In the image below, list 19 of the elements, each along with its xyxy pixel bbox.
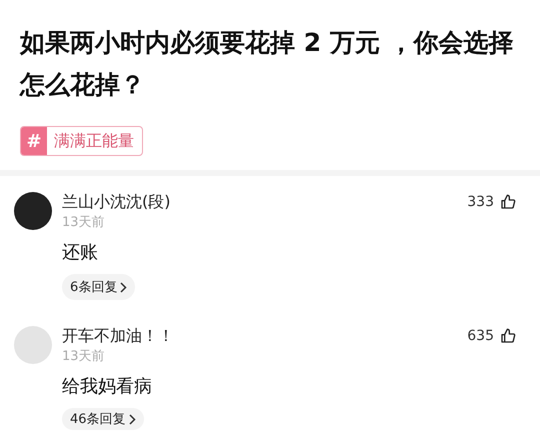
comment-text: 给我妈看病 (62, 375, 152, 399)
comment-time: 13天前 (62, 348, 105, 366)
topic-tag[interactable]: # 满满正能量 (20, 126, 143, 156)
like-count: 333 (467, 194, 494, 210)
replies-button[interactable]: 46条回复 (62, 408, 144, 430)
like-count: 635 (467, 328, 494, 344)
thumbs-up-icon[interactable] (500, 194, 516, 210)
thumbs-up-icon[interactable] (500, 328, 516, 344)
hashtag-icon: # (21, 127, 47, 155)
username[interactable]: 开车不加油！！ (62, 324, 468, 348)
tag-label: 满满正能量 (53, 130, 135, 152)
question-title: 如果两小时内必须要花掉 2 万元 ，你会选择怎么花掉？ (20, 27, 515, 101)
chevron-right-icon (120, 282, 128, 292)
avatar[interactable] (14, 192, 52, 230)
replies-button[interactable]: 6条回复 (62, 274, 136, 300)
comment-text: 还账 (62, 241, 98, 265)
chevron-right-icon (128, 414, 136, 424)
comment-time: 13天前 (62, 214, 105, 232)
username[interactable]: 兰山小沈沈(段) (62, 190, 468, 214)
